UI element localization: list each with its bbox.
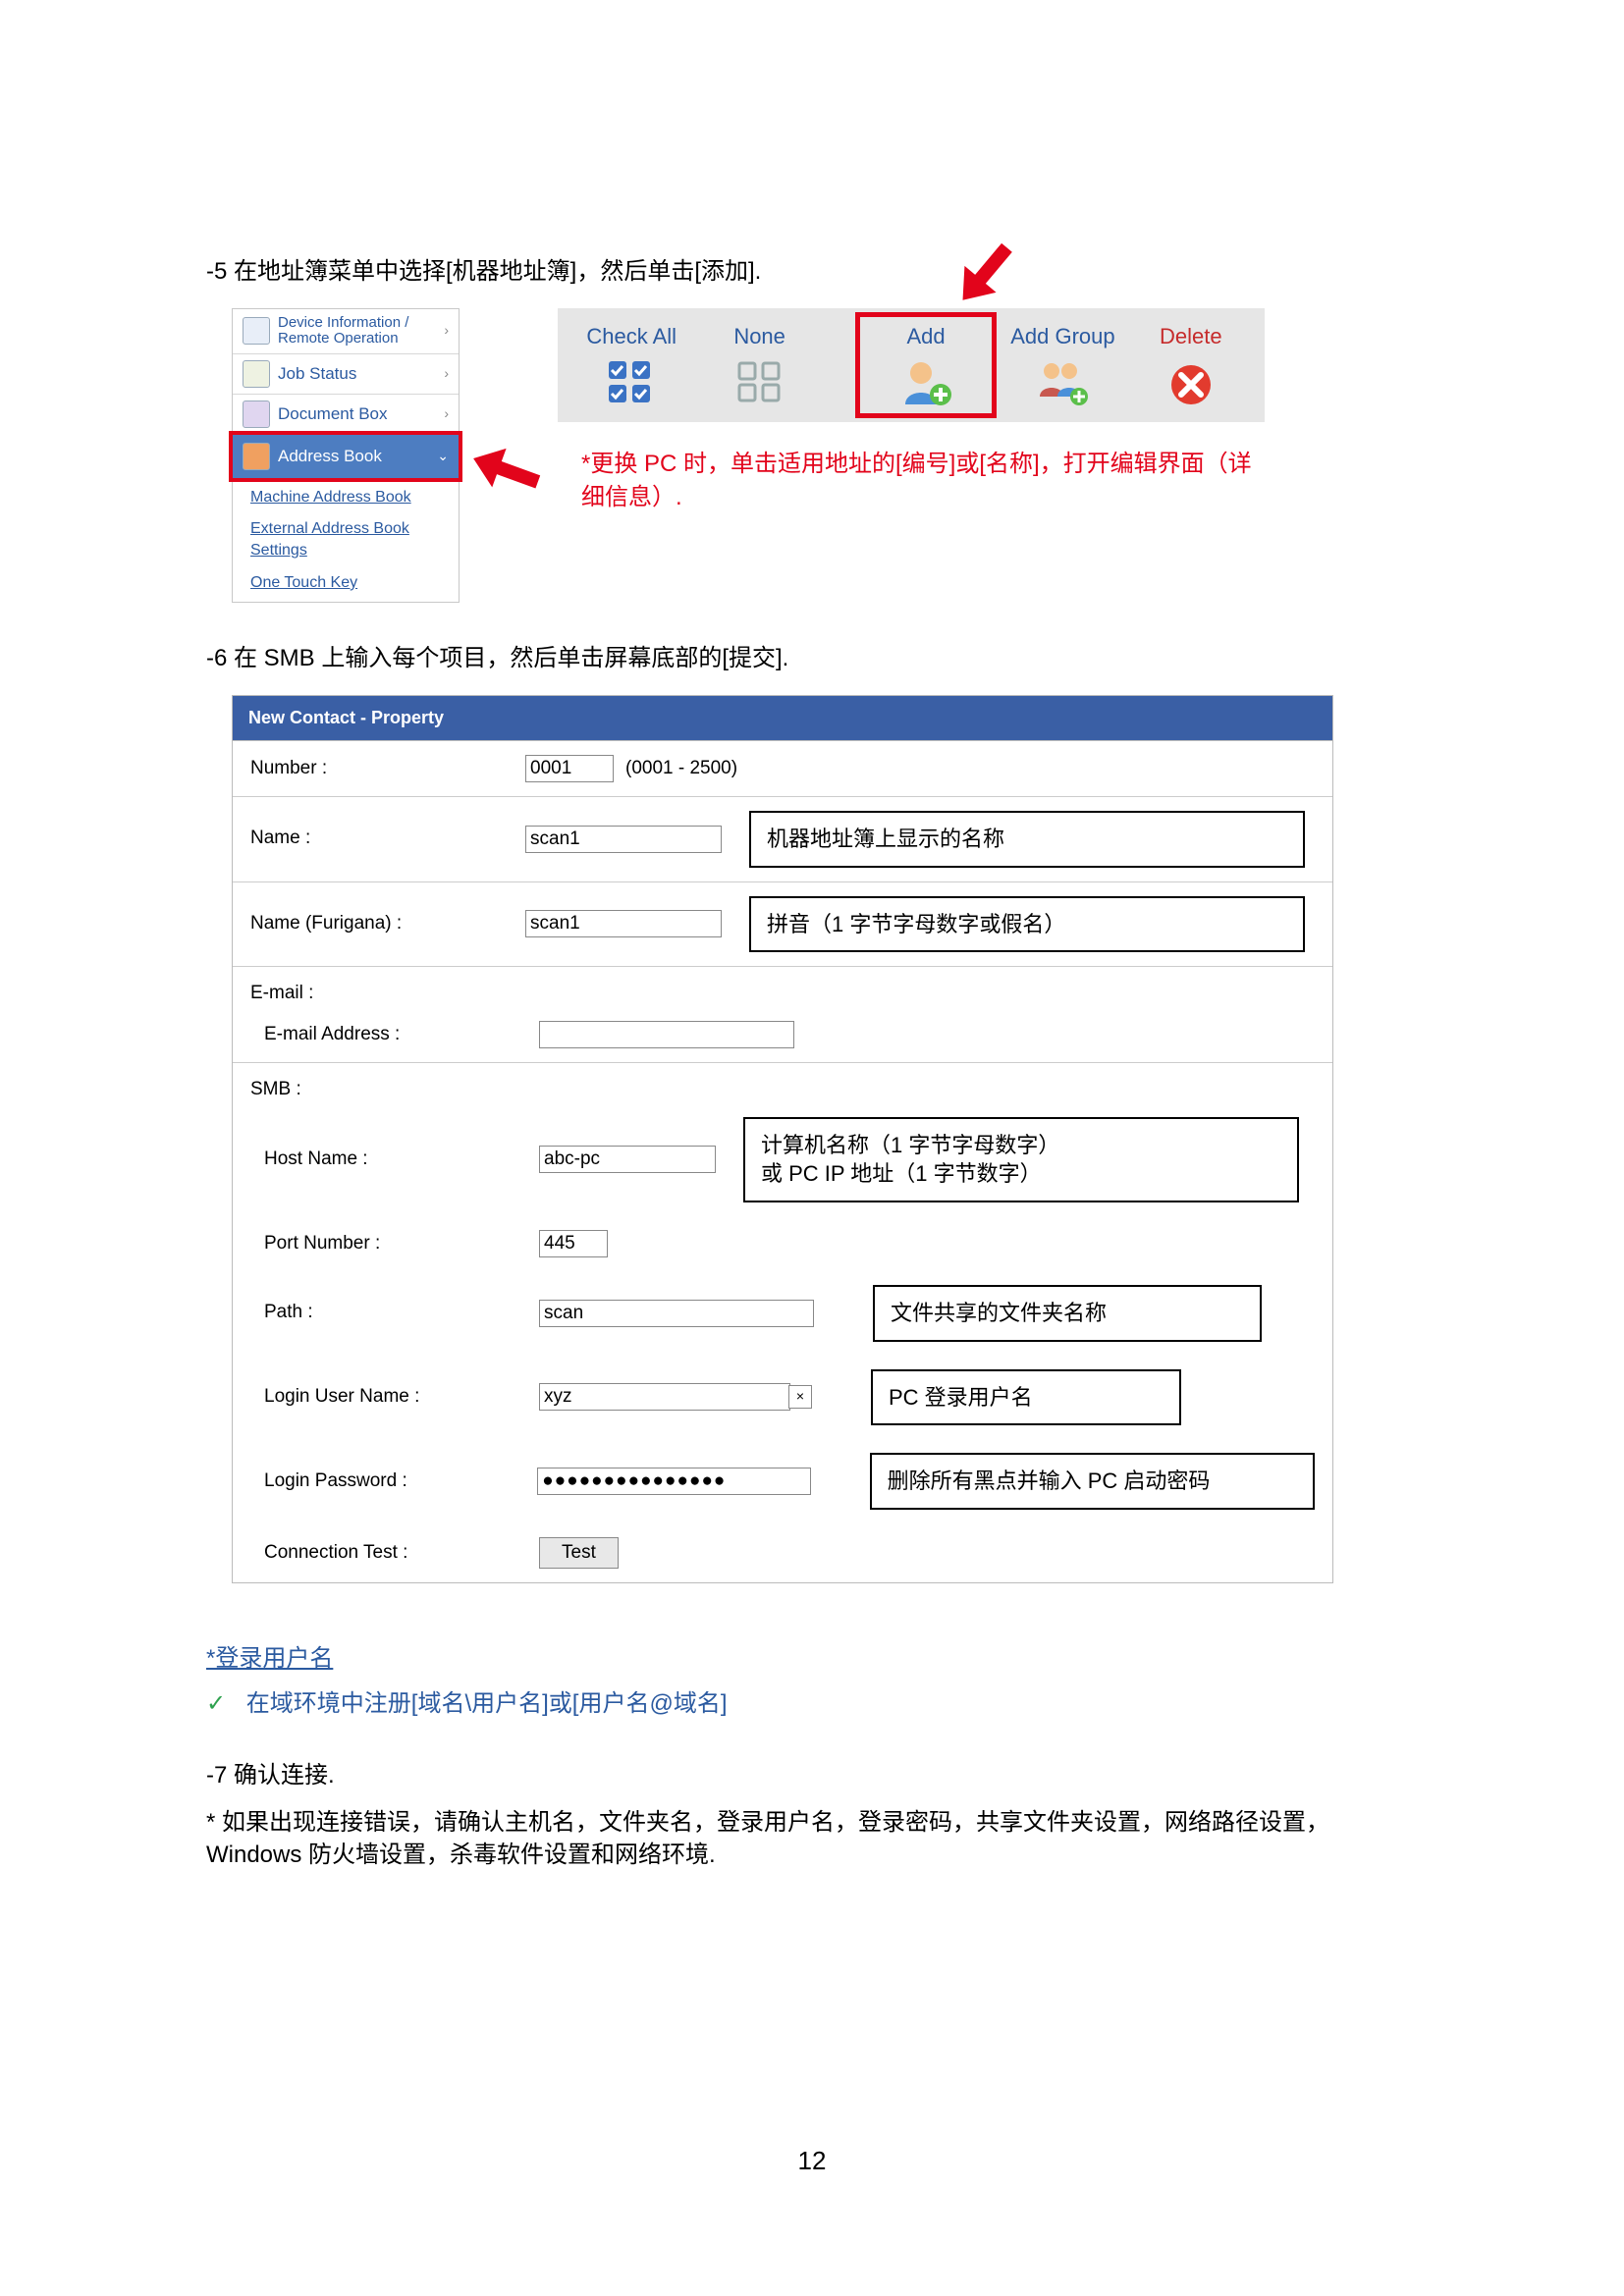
- sidebar-item-document-box[interactable]: Document Box ›: [233, 395, 459, 435]
- add-button[interactable]: Add: [855, 312, 997, 419]
- sidebar: Device Information / Remote Operation › …: [232, 308, 460, 604]
- toolbar: Check All None Add: [558, 308, 1265, 423]
- none-icon: [733, 355, 786, 408]
- login-password-annot: 删除所有黑点并输入 PC 启动密码: [870, 1453, 1315, 1510]
- login-username-heading: *登录用户名: [206, 1645, 333, 1672]
- number-range: (0001 - 2500): [625, 756, 737, 782]
- login-username-note: 在域环境中注册[域名\用户名]或[用户名@域名]: [246, 1690, 728, 1717]
- property-header: New Contact - Property: [232, 695, 1333, 741]
- path-label: Path :: [250, 1300, 539, 1326]
- sidebar-item-job-status[interactable]: Job Status ›: [233, 354, 459, 395]
- chevron-right-icon: ›: [444, 364, 449, 384]
- path-annot: 文件共享的文件夹名称: [873, 1285, 1262, 1342]
- clear-user-button[interactable]: ×: [788, 1385, 812, 1409]
- sidebar-item-address-book[interactable]: Address Book ⌄: [229, 431, 462, 482]
- sidebar-item-label: Address Book: [278, 445, 437, 468]
- test-button[interactable]: Test: [539, 1537, 619, 1569]
- add-user-icon: [899, 355, 952, 408]
- delete-label: Delete: [1160, 324, 1222, 348]
- port-number-label: Port Number :: [250, 1231, 539, 1257]
- sidebar-sub-external-ab[interactable]: External Address Book Settings: [233, 516, 459, 570]
- name-field[interactable]: [525, 826, 722, 853]
- host-name-field[interactable]: [539, 1146, 716, 1173]
- page-number: 12: [0, 2143, 1624, 2178]
- sidebar-item-label: Document Box: [278, 402, 444, 426]
- add-group-label: Add Group: [1010, 324, 1114, 348]
- job-status-icon: [243, 360, 270, 388]
- connection-test-label: Connection Test :: [250, 1540, 539, 1567]
- add-group-button[interactable]: Add Group: [999, 322, 1126, 409]
- name-label: Name :: [250, 826, 525, 852]
- email-section-label: E-mail :: [250, 981, 525, 1007]
- step-7-body: * 如果出现连接错误，请确认主机名，文件夹名，登录用户名，登录密码，共享文件夹设…: [206, 1806, 1418, 1872]
- host-name-label: Host Name :: [250, 1147, 539, 1173]
- host-name-annot: 计算机名称（1 字节字母数字） 或 PC IP 地址（1 字节数字）: [743, 1117, 1299, 1202]
- chevron-right-icon: ›: [444, 321, 449, 341]
- check-all-icon: [605, 355, 658, 408]
- furigana-field[interactable]: [525, 910, 722, 937]
- login-user-field[interactable]: [539, 1383, 790, 1411]
- smb-section-label: SMB :: [250, 1077, 525, 1103]
- login-user-label: Login User Name :: [250, 1384, 539, 1411]
- step-5-text: -5 在地址簿菜单中选择[机器地址簿]，然后单击[添加].: [206, 255, 1418, 289]
- chevron-down-icon: ⌄: [437, 447, 449, 466]
- sidebar-item-device-info[interactable]: Device Information / Remote Operation ›: [233, 309, 459, 354]
- delete-button[interactable]: Delete: [1127, 322, 1255, 409]
- sidebar-sub-machine-ab[interactable]: Machine Address Book: [233, 479, 459, 516]
- none-label: None: [733, 324, 785, 348]
- port-number-field[interactable]: [539, 1230, 608, 1257]
- none-button[interactable]: None: [695, 322, 823, 409]
- address-book-icon: [243, 443, 270, 470]
- email-address-field[interactable]: [539, 1021, 794, 1048]
- property-form: Number : (0001 - 2500) Name : 机器地址簿上显示的名…: [232, 741, 1333, 1583]
- step-7-heading: -7 确认连接.: [206, 1759, 1418, 1792]
- furigana-annot: 拼音（1 字节字母数字或假名）: [749, 896, 1305, 953]
- login-password-label: Login Password :: [250, 1468, 537, 1495]
- sidebar-sub-one-touch[interactable]: One Touch Key: [233, 570, 459, 602]
- number-label: Number :: [250, 756, 525, 782]
- device-info-icon: [243, 317, 270, 345]
- sidebar-item-label: Job Status: [278, 362, 444, 386]
- add-group-icon: [1036, 355, 1089, 408]
- add-label: Add: [906, 324, 945, 348]
- login-user-annot: PC 登录用户名: [871, 1369, 1181, 1426]
- furigana-label: Name (Furigana) :: [250, 911, 525, 937]
- document-box-icon: [243, 400, 270, 428]
- path-field[interactable]: [539, 1300, 814, 1327]
- chevron-right-icon: ›: [444, 404, 449, 424]
- check-icon: ✓: [206, 1690, 226, 1717]
- sidebar-item-label: Device Information / Remote Operation: [278, 315, 444, 347]
- delete-icon: [1164, 355, 1218, 408]
- number-field[interactable]: [525, 755, 614, 782]
- step-5-note: *更换 PC 时，单击适用地址的[编号]或[名称]，打开编辑界面（详细信息）.: [581, 448, 1259, 513]
- name-annot: 机器地址簿上显示的名称: [749, 811, 1305, 868]
- email-address-label: E-mail Address :: [250, 1022, 539, 1048]
- login-password-field[interactable]: [537, 1468, 810, 1495]
- check-all-button[interactable]: Check All: [568, 322, 695, 409]
- arrow-to-address-book: [461, 426, 550, 514]
- check-all-label: Check All: [586, 324, 677, 348]
- step-6-text: -6 在 SMB 上输入每个项目，然后单击屏幕底部的[提交].: [206, 642, 1418, 675]
